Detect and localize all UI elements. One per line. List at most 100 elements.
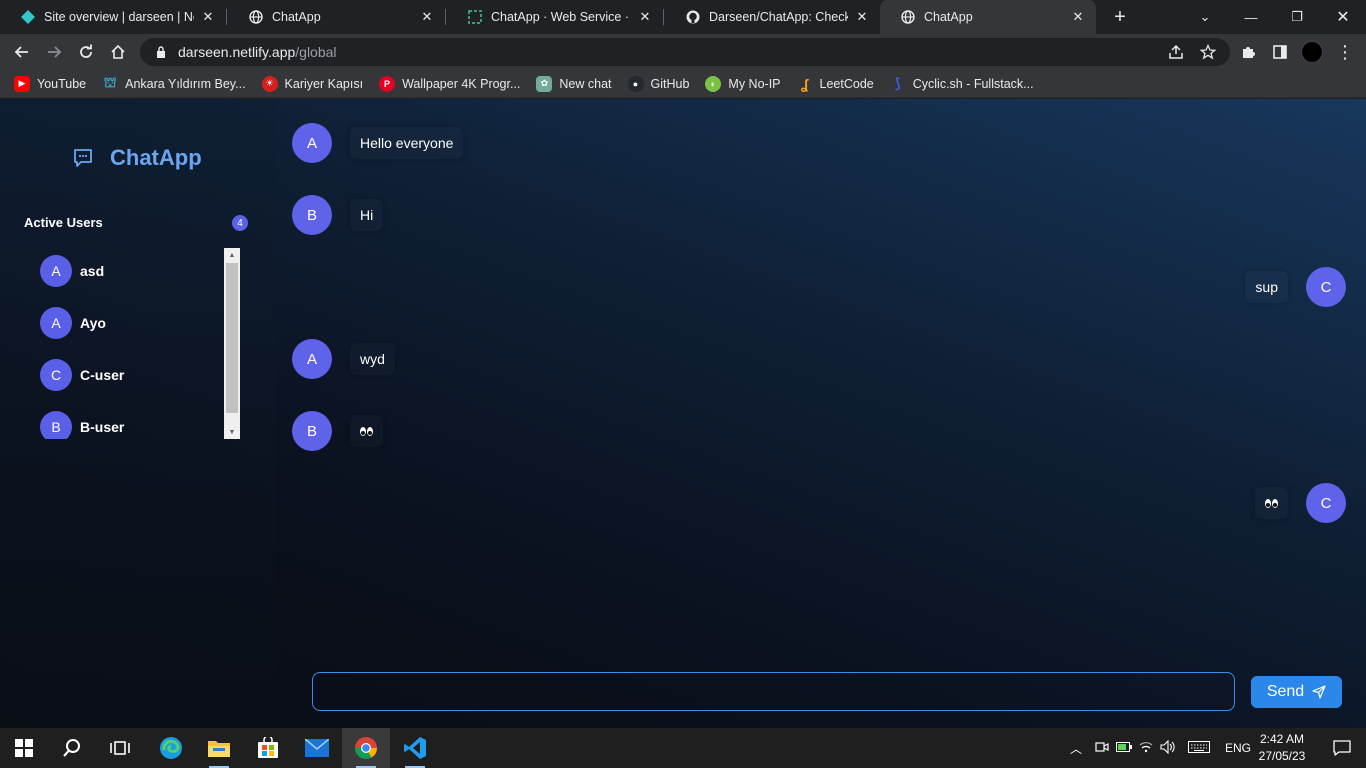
bookmark-youtube[interactable]: ▶ YouTube — [14, 75, 86, 92]
address-bar[interactable]: darseen.netlify.app/global — [140, 38, 1230, 66]
user-item[interactable]: C C-user — [40, 359, 124, 391]
message-emoji — [1255, 487, 1288, 519]
menu-kebab-icon[interactable]: ⋮ — [1334, 41, 1356, 63]
taskbar-edge[interactable] — [147, 728, 195, 768]
send-button[interactable]: Send — [1251, 676, 1342, 708]
new-tab-button[interactable]: + — [1108, 5, 1132, 29]
show-hidden-icons-chevron-icon[interactable]: ︿ — [1067, 740, 1085, 757]
user-name: C-user — [80, 367, 125, 383]
browser-tab-github[interactable]: Darseen/ChatApp: Check out the ✕ — [665, 0, 880, 34]
close-tab-icon[interactable]: ✕ — [200, 9, 216, 25]
bookmark-github[interactable]: ● GitHub — [627, 75, 689, 92]
close-tab-icon[interactable]: ✕ — [854, 9, 870, 25]
browser-tab-strip: Site overview | darseen | Netlify ✕ Chat… — [0, 0, 1366, 34]
scrollbar-thumb[interactable] — [226, 263, 238, 413]
bookmark-wallpaper[interactable]: P Wallpaper 4K Progr... — [379, 75, 520, 92]
scroll-up-arrow-icon[interactable]: ▲ — [224, 248, 240, 262]
notifications-button[interactable] — [1318, 728, 1366, 768]
active-users-list[interactable]: A asd A Ayo C C-user B B-user — [24, 245, 240, 439]
bookmark-new-chat[interactable]: ✿ New chat — [536, 75, 612, 92]
windows-logo-icon — [15, 739, 33, 757]
chat-bubble-icon — [74, 149, 92, 167]
user-item[interactable]: B B-user — [40, 411, 124, 439]
message-text: Hi — [350, 199, 383, 231]
bookmark-cyclic[interactable]: ⟆ Cyclic.sh - Fullstack... — [890, 75, 1034, 92]
volume-icon[interactable] — [1157, 739, 1179, 757]
profile-avatar[interactable] — [1301, 41, 1323, 63]
task-view-button[interactable] — [96, 728, 144, 768]
battery-icon[interactable] — [1113, 741, 1135, 755]
task-view-icon — [110, 741, 130, 755]
message-item: B — [292, 411, 383, 451]
side-panel-icon[interactable] — [1269, 41, 1291, 63]
minimize-button[interactable]: — — [1228, 0, 1274, 34]
taskbar-file-explorer[interactable] — [195, 728, 243, 768]
globe-icon — [900, 9, 916, 25]
paper-plane-icon — [1312, 685, 1326, 699]
bookmark-kariyer[interactable]: ☀ Kariyer Kapısı — [261, 75, 363, 92]
user-item[interactable]: A Ayo — [40, 307, 106, 339]
scroll-down-arrow-icon[interactable]: ▼ — [224, 425, 240, 439]
forward-arrow-icon — [48, 46, 62, 58]
meet-now-icon[interactable] — [1091, 740, 1113, 757]
clock[interactable]: 2:42 AM 27/05/23 — [1252, 731, 1312, 765]
message-text: Hello everyone — [350, 127, 463, 159]
taskbar-chrome[interactable] — [342, 728, 390, 768]
bookmark-star-icon[interactable] — [1198, 42, 1218, 62]
forward-button[interactable] — [40, 38, 68, 66]
tab-divider — [226, 9, 227, 25]
close-tab-icon[interactable]: ✕ — [419, 9, 435, 25]
avatar: C — [40, 359, 72, 391]
browser-tab-render[interactable]: ChatApp · Web Service · Render ✕ — [447, 0, 663, 34]
browser-tab-chatapp-active[interactable]: ChatApp ✕ — [880, 0, 1096, 34]
bookmark-ankara[interactable]: ⛫ Ankara Yıldırım Bey... — [102, 74, 246, 92]
tab-search-chevron-icon[interactable]: ⌄ — [1182, 0, 1228, 34]
reload-button[interactable] — [72, 38, 100, 66]
message-input[interactable] — [312, 672, 1235, 711]
avatar: B — [40, 411, 72, 439]
bookmark-noip[interactable]: ◐ My No-IP — [705, 75, 781, 92]
close-tab-icon[interactable]: ✕ — [637, 9, 653, 25]
avatar: A — [292, 123, 332, 163]
pinterest-icon: P — [379, 75, 396, 92]
message-text: sup — [1245, 271, 1288, 303]
windows-taskbar: ︿ ENG 2:42 AM 27/05/23 — [0, 728, 1366, 768]
keyboard-icon[interactable] — [1183, 740, 1215, 756]
start-button[interactable] — [0, 728, 48, 768]
extensions-puzzle-icon[interactable] — [1237, 41, 1259, 63]
university-icon: ⛫ — [103, 74, 117, 90]
share-icon[interactable] — [1166, 42, 1186, 62]
brand: ChatApp — [72, 145, 202, 171]
avatar: C — [1306, 267, 1346, 307]
back-arrow-icon — [14, 46, 28, 58]
avatar: B — [292, 411, 332, 451]
search-button[interactable] — [48, 728, 96, 768]
close-window-button[interactable]: ✕ — [1320, 0, 1366, 34]
restore-button[interactable]: ❐ — [1274, 0, 1320, 34]
store-icon — [258, 737, 278, 758]
wifi-icon[interactable] — [1135, 741, 1157, 756]
netlify-icon — [20, 9, 36, 25]
mail-icon — [305, 739, 329, 757]
avatar: A — [292, 339, 332, 379]
close-tab-icon[interactable]: ✕ — [1070, 9, 1086, 25]
home-button[interactable] — [104, 38, 132, 66]
user-item[interactable]: A asd — [40, 255, 104, 287]
lock-icon[interactable] — [154, 45, 168, 59]
bookmark-leetcode[interactable]: ʆ LeetCode — [797, 76, 874, 92]
taskbar-store[interactable] — [244, 728, 292, 768]
input-language[interactable]: ENG — [1225, 741, 1251, 755]
globe-icon — [248, 9, 264, 25]
brand-name: ChatApp — [110, 145, 202, 170]
search-icon — [63, 739, 80, 757]
browser-tab-chatapp-1[interactable]: ChatApp ✕ — [228, 0, 445, 34]
back-button[interactable] — [8, 38, 36, 66]
user-list-scrollbar[interactable]: ▲ ▼ — [224, 248, 240, 439]
taskbar-mail[interactable] — [293, 728, 341, 768]
active-users-count-badge: 4 — [232, 215, 248, 231]
avatar: C — [1306, 483, 1346, 523]
url-host: darseen.netlify.app — [178, 44, 296, 60]
clock-time: 2:42 AM — [1259, 732, 1305, 746]
taskbar-vscode[interactable] — [391, 728, 439, 768]
browser-tab-netlify[interactable]: Site overview | darseen | Netlify ✕ — [0, 0, 226, 34]
